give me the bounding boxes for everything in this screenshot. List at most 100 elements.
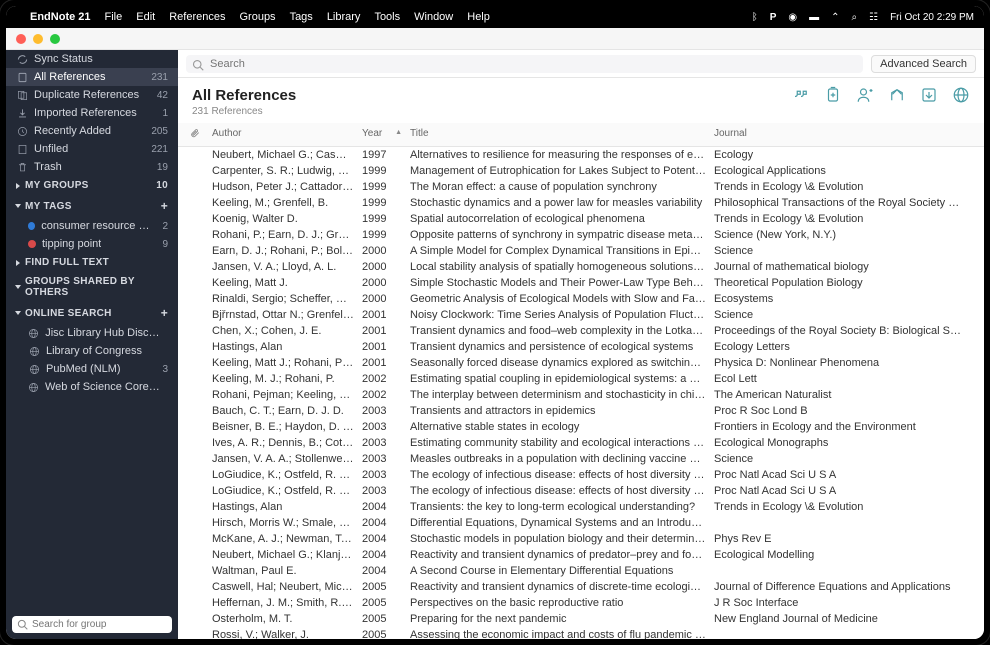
clock-icon (16, 125, 28, 137)
status-wifi-icon[interactable]: ⌃ (831, 12, 839, 23)
cell-title: Estimating community stability and ecolo… (406, 436, 710, 450)
table-row[interactable]: Jansen, V. A. A.; Stollenwerk, N…2003Mea… (178, 451, 984, 467)
table-row[interactable]: Neubert, Michael G.; Caswell,…1997Altern… (178, 147, 984, 163)
table-row[interactable]: Hirsch, Morris W.; Smale, Step…2004Diffe… (178, 515, 984, 531)
status-battery-icon[interactable]: ▬ (809, 12, 819, 23)
cell-author: Heffernan, J. M.; Smith, R. J.; … (208, 596, 358, 610)
sidebar-groups-count: 10 (156, 180, 168, 191)
sidebar-online-pubmed-nlm-[interactable]: PubMed (NLM)3 (6, 360, 178, 378)
table-row[interactable]: Hastings, Alan2001Transient dynamics and… (178, 339, 984, 355)
column-title[interactable]: Title (406, 126, 710, 143)
menubar-edit[interactable]: Edit (136, 11, 155, 23)
table-row[interactable]: Keeling, M. J.; Rohani, P.2002Estimating… (178, 371, 984, 387)
table-row[interactable]: Osterholm, M. T.2005Preparing for the ne… (178, 611, 984, 627)
sidebar-item-sync-status[interactable]: Sync Status (6, 50, 178, 68)
share-icon[interactable] (888, 86, 906, 104)
sidebar-header-my-tags[interactable]: MY TAGS + (6, 195, 178, 217)
sidebar-item-recently-added[interactable]: Recently Added205 (6, 122, 178, 140)
window-close-button[interactable] (16, 34, 26, 44)
sidebar-search-input[interactable] (12, 616, 172, 633)
column-journal[interactable]: Journal (710, 126, 970, 143)
table-row[interactable]: Bauch, C. T.; Earn, D. J. D.2003Transien… (178, 403, 984, 419)
table-row[interactable]: Keeling, M.; Grenfell, B.1999Stochastic … (178, 195, 984, 211)
menubar-library[interactable]: Library (327, 11, 361, 23)
table-row[interactable]: Waltman, Paul E.2004A Second Course in E… (178, 563, 984, 579)
cell-year: 2000 (358, 260, 406, 274)
table-row[interactable]: Earn, D. J.; Rohani, P.; Bolker, B…2000A… (178, 243, 984, 259)
advanced-search-button[interactable]: Advanced Search (871, 55, 976, 73)
menubar-file[interactable]: File (105, 11, 123, 23)
status-record-icon[interactable]: ◉ (788, 12, 797, 23)
add-person-icon[interactable] (856, 86, 874, 104)
sidebar-item-imported-references[interactable]: Imported References1 (6, 104, 178, 122)
quote-icon[interactable] (792, 86, 810, 104)
table-row[interactable]: Bjřrnstad, Ottar N.; Grenfell, Bry…2001N… (178, 307, 984, 323)
window-maximize-button[interactable] (50, 34, 60, 44)
sidebar-tag-consumer-resource-model[interactable]: consumer resource model2 (6, 217, 178, 235)
table-row[interactable]: Beisner, B. E.; Haydon, D. T.; C…2003Alt… (178, 419, 984, 435)
sidebar-item-all-references[interactable]: All References231 (6, 68, 178, 86)
table-row[interactable]: Carpenter, S. R.; Ludwig, D.; Br…1999Man… (178, 163, 984, 179)
status-datetime[interactable]: Fri Oct 20 2:29 PM (890, 12, 974, 23)
status-search-icon[interactable]: ⌕ (852, 12, 858, 23)
sidebar-item-duplicate-references[interactable]: Duplicate References42 (6, 86, 178, 104)
menubar-app-name[interactable]: EndNote 21 (30, 11, 91, 23)
menubar-references[interactable]: References (169, 11, 225, 23)
macos-menubar: EndNote 21 File Edit References Groups T… (6, 6, 984, 28)
copy-icon[interactable] (824, 86, 842, 104)
cell-title: Perspectives on the basic reproductive r… (406, 596, 710, 610)
sidebar-header-shared[interactable]: GROUPS SHARED BY OTHERS (6, 272, 178, 302)
sidebar-tag-tipping-point[interactable]: tipping point9 (6, 235, 178, 253)
menubar-tools[interactable]: Tools (374, 11, 400, 23)
column-year[interactable]: Year▲ (358, 126, 406, 143)
status-letter-icon[interactable]: P (770, 12, 777, 23)
cell-attachment (186, 292, 208, 306)
table-row[interactable]: Jansen, V. A.; Lloyd, A. L.2000Local sta… (178, 259, 984, 275)
table-row[interactable]: Rohani, P.; Earn, D. J.; Grenfell,…1999O… (178, 227, 984, 243)
table-row[interactable]: McKane, A. J.; Newman, T. J.2004Stochast… (178, 531, 984, 547)
table-row[interactable]: Chen, X.; Cohen, J. E.2001Transient dyna… (178, 323, 984, 339)
add-online-search-icon[interactable]: + (161, 306, 168, 320)
table-row[interactable]: Rossi, V.; Walker, J.2005Assessing the e… (178, 627, 984, 639)
sidebar-online-jisc-library-hub-discover[interactable]: Jisc Library Hub Discover (6, 324, 178, 342)
table-row[interactable]: Hastings, Alan2004Transients: the key to… (178, 499, 984, 515)
references-table[interactable]: Neubert, Michael G.; Caswell,…1997Altern… (178, 147, 984, 639)
web-icon[interactable] (952, 86, 970, 104)
sidebar-header-find-full-text[interactable]: FIND FULL TEXT (6, 253, 178, 272)
menubar-window[interactable]: Window (414, 11, 453, 23)
table-row[interactable]: Neubert, Michael G.; Klanjscek,…2004Reac… (178, 547, 984, 563)
menubar-tags[interactable]: Tags (290, 11, 313, 23)
add-tag-icon[interactable]: + (161, 199, 168, 213)
menubar-help[interactable]: Help (467, 11, 490, 23)
table-row[interactable]: Hudson, Peter J.; Cattadori, Isa…1999The… (178, 179, 984, 195)
table-row[interactable]: Koenig, Walter D.1999Spatial autocorrela… (178, 211, 984, 227)
table-row[interactable]: Heffernan, J. M.; Smith, R. J.; …2005Per… (178, 595, 984, 611)
search-input[interactable] (186, 55, 863, 73)
menubar-groups[interactable]: Groups (239, 11, 275, 23)
table-row[interactable]: LoGiudice, K.; Ostfeld, R. S.; Sc…2003Th… (178, 483, 984, 499)
sidebar-header-my-groups[interactable]: MY GROUPS 10 (6, 176, 178, 195)
sidebar-header-online-search[interactable]: ONLINE SEARCH + (6, 302, 178, 324)
cell-author: Jansen, V. A. A.; Stollenwerk, N… (208, 452, 358, 466)
table-row[interactable]: Caswell, Hal; Neubert, Michael…2005React… (178, 579, 984, 595)
cell-attachment (186, 324, 208, 338)
table-row[interactable]: Rinaldi, Sergio; Scheffer, Marten2000Geo… (178, 291, 984, 307)
sidebar-online-library-of-congress[interactable]: Library of Congress (6, 342, 178, 360)
sidebar-item-trash[interactable]: Trash19 (6, 158, 178, 176)
sidebar-online-web-of-science-core-collectio-[interactable]: Web of Science Core Collectio… (6, 378, 178, 396)
cell-attachment (186, 388, 208, 402)
column-attachment[interactable] (186, 126, 208, 143)
table-row[interactable]: LoGiudice, K.; Ostfeld, R. S.; Sc…2003Th… (178, 467, 984, 483)
status-control-center-icon[interactable]: ☷ (869, 12, 878, 23)
cell-title: The ecology of infectious disease: effec… (406, 484, 710, 498)
export-icon[interactable] (920, 86, 938, 104)
sidebar-item-unfiled[interactable]: Unfiled221 (6, 140, 178, 158)
table-row[interactable]: Rohani, Pejman; Keeling, Matth…2002The i… (178, 387, 984, 403)
table-row[interactable]: Ives, A. R.; Dennis, B.; Cottingh…2003Es… (178, 435, 984, 451)
table-row[interactable]: Keeling, Matt J.2000Simple Stochastic Mo… (178, 275, 984, 291)
globe-icon (28, 381, 39, 393)
column-author[interactable]: Author (208, 126, 358, 143)
window-minimize-button[interactable] (33, 34, 43, 44)
table-row[interactable]: Keeling, Matt J.; Rohani, Pejma…2001Seas… (178, 355, 984, 371)
status-bluetooth-icon[interactable]: ᛒ (752, 12, 758, 23)
